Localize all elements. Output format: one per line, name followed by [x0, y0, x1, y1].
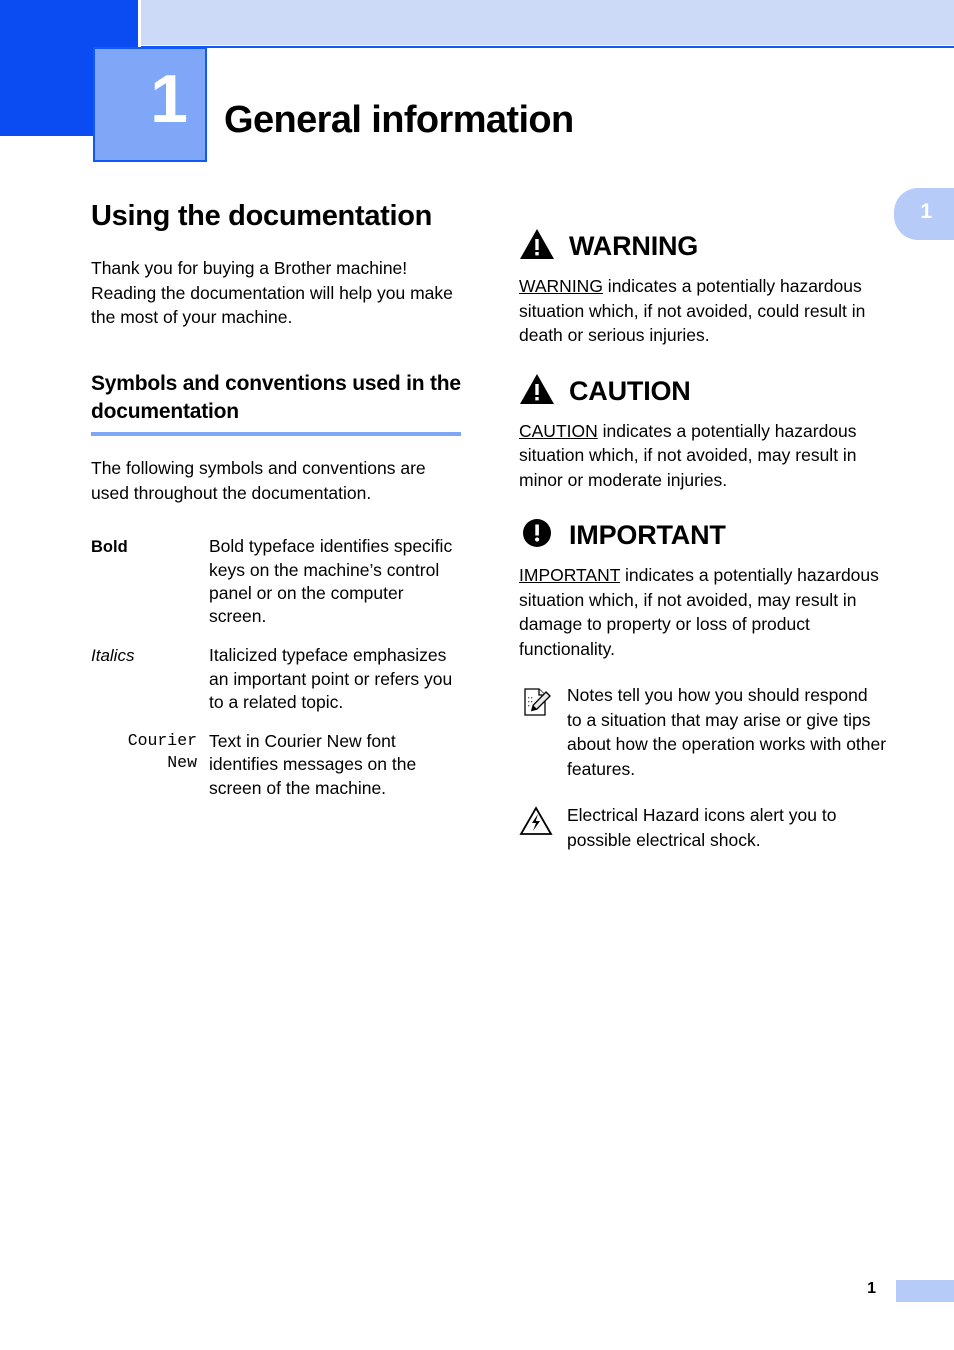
important-alert-lead: IMPORTANT	[519, 565, 621, 585]
table-row: Italics Italicized typeface emphasizes a…	[91, 644, 461, 730]
header-light-banner	[141, 0, 954, 45]
warning-alert-lead: WARNING	[519, 276, 603, 296]
caution-triangle-icon	[519, 373, 555, 410]
important-alert-title: IMPORTANT	[569, 520, 726, 550]
caution-alert-header: CAUTION	[519, 373, 887, 410]
side-chapter-tab: 1	[894, 188, 954, 240]
section-title-using-the-documentation: Using the documentation	[91, 200, 433, 232]
chapter-number-badge: 1	[93, 47, 207, 162]
left-column: Using the documentation Thank you for bu…	[91, 198, 461, 816]
electrical-hazard-icon	[519, 803, 555, 852]
note-text: Notes tell you how you should respond to…	[567, 685, 887, 779]
convention-description-italics: Italicized typeface emphasizes an import…	[209, 645, 453, 712]
warning-alert-title: WARNING	[569, 231, 699, 261]
page-number: 1	[867, 1280, 876, 1297]
conventions-table: Bold Bold typeface identifies specific k…	[91, 535, 461, 816]
subsection-title-symbols-and-conventions: Symbols and conventions used in the docu…	[91, 372, 461, 423]
table-row: Bold Bold typeface identifies specific k…	[91, 535, 461, 644]
important-circle-icon	[519, 517, 555, 554]
electrical-hazard-row: Electrical Hazard icons alert you to pos…	[519, 803, 887, 852]
note-pencil-icon	[519, 683, 555, 781]
page-title: General information	[224, 99, 574, 142]
caution-alert-title: CAUTION	[569, 375, 691, 406]
footer-accent-block	[896, 1280, 954, 1302]
convention-description-bold: Bold typeface identifies specific keys o…	[209, 536, 453, 627]
caution-alert-body: CAUTION indicates a potentially hazardou…	[519, 419, 887, 493]
important-alert-header: IMPORTANT	[519, 517, 887, 554]
chapter-number-label: 1	[150, 61, 188, 137]
convention-description-courier-new: Text in Courier New font identifies mess…	[209, 731, 417, 798]
header-rule	[141, 46, 954, 48]
convention-term-courier-new: Courier New	[127, 731, 197, 773]
subsection-paragraph: The following symbols and conventions ar…	[91, 457, 426, 503]
table-row: Courier New Text in Courier New font ide…	[91, 730, 461, 816]
convention-term-italics: Italics	[91, 646, 135, 666]
electrical-hazard-text: Electrical Hazard icons alert you to pos…	[567, 805, 837, 850]
right-column: WARNING WARNING indicates a potentially …	[519, 228, 887, 852]
caution-alert-lead: CAUTION	[519, 420, 598, 441]
note-row: Notes tell you how you should respond to…	[519, 683, 887, 781]
important-alert-body: IMPORTANT indicates a potentially hazard…	[519, 563, 887, 661]
convention-term-bold: Bold	[91, 538, 128, 557]
warning-alert-header: WARNING	[519, 228, 887, 265]
side-chapter-tab-label: 1	[920, 200, 932, 223]
warning-triangle-icon	[519, 228, 555, 265]
intro-paragraph: Thank you for buying a Brother machine! …	[91, 257, 453, 328]
warning-alert-body: WARNING indicates a potentially hazardou…	[519, 274, 887, 348]
subsection-rule	[91, 431, 461, 436]
